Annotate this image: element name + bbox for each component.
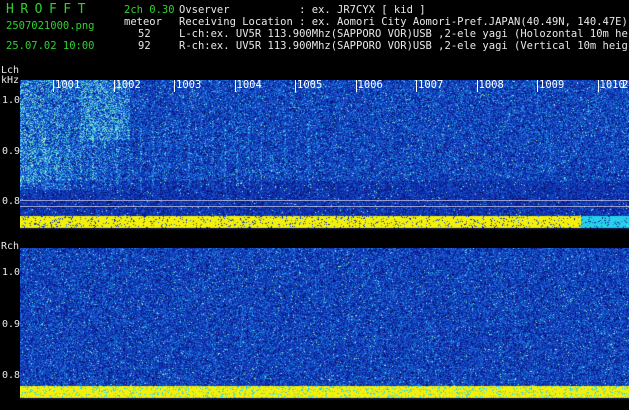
time-tick-mark [53, 80, 54, 92]
time-tick-label: 1003 [176, 79, 202, 91]
time-tick-mark [113, 80, 115, 92]
time-tick-label: 1001 [55, 79, 81, 91]
lch-ref-line [20, 200, 629, 201]
time-tick-mark [476, 80, 478, 92]
time-tick-mark [597, 80, 599, 92]
rch-freq-1-0: 1.0 [2, 267, 21, 278]
khz-unit-label: kHz [1, 75, 20, 86]
time-tick-mark [355, 80, 357, 92]
time-tick-label: 1006 [357, 79, 383, 91]
time-tick-mark [174, 80, 175, 92]
time-tick-mark [295, 80, 296, 92]
lch-ref-line [20, 206, 629, 207]
time-tick-label: 1007 [418, 79, 444, 91]
lch-spectrogram [20, 80, 629, 230]
rch-label: Rch [1, 241, 20, 252]
time-tick-label: 1004 [236, 79, 262, 91]
time-tick-label: 1005 [297, 79, 323, 91]
app-title: HROFFT [6, 2, 92, 17]
rch-count: 92 [138, 40, 151, 52]
mode-label: 2ch 0.30 [124, 4, 175, 16]
time-tick-mark [416, 80, 417, 92]
rch-spectrogram [20, 248, 629, 400]
time-tick-mark [537, 80, 538, 92]
time-tick-label: 1008 [478, 79, 504, 91]
time-tick-label: 2 [622, 79, 629, 91]
location-line: Receiving Location : ex. Aomori City Aom… [179, 16, 628, 28]
filename-label: 2507021000.png [6, 20, 95, 32]
time-tick-label: 1010 [599, 79, 625, 91]
rch-freq-0-9: 0.9 [2, 319, 21, 330]
time-tick-label: 1009 [539, 79, 565, 91]
datetime-label: 25.07.02 10:00 [6, 40, 95, 52]
lch-description: L-ch:ex. UV5R 113.900Mhz(SAPPORO VOR)USB… [179, 28, 628, 40]
lch-freq-0-8: 0.8 [2, 196, 21, 207]
detect-label: meteor [124, 16, 162, 28]
time-tick-mark [234, 80, 236, 92]
lch-count: 52 [138, 28, 151, 40]
rch-freq-0-8: 0.8 [2, 370, 21, 381]
lch-freq-1-0: 1.0 [2, 95, 21, 106]
lch-freq-0-9: 0.9 [2, 146, 21, 157]
observer-line: Ovserver : ex. JR7CYX [ kid ] [179, 4, 426, 16]
rch-description: R-ch:ex. UV5R 113.900Mhz(SAPPORO VOR)USB… [179, 40, 628, 52]
time-tick-label: 1002 [115, 79, 141, 91]
